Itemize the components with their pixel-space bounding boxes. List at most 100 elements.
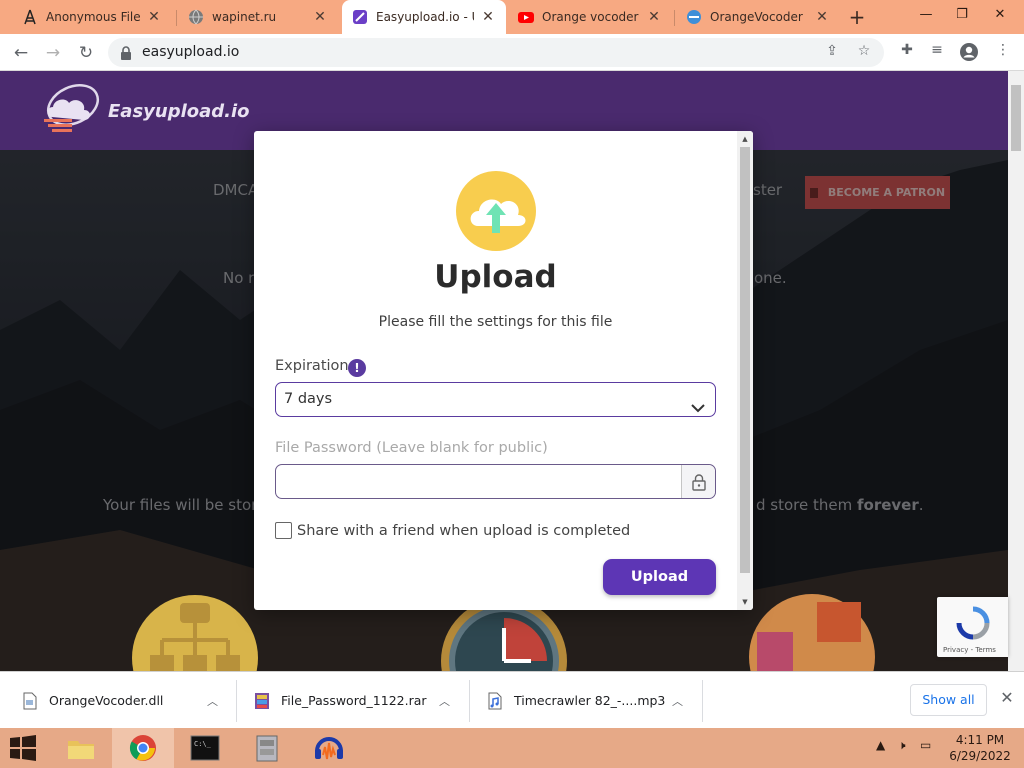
- lock-icon[interactable]: [120, 45, 132, 64]
- lock-icon[interactable]: [681, 465, 715, 498]
- download-separator: [702, 680, 703, 722]
- upload-settings-modal: Upload Please fill the settings for this…: [254, 131, 753, 610]
- download-item[interactable]: File_Password_1122.rar ︿: [254, 672, 464, 729]
- tab-orangevocoder[interactable]: OrangeVocoder ✕: [676, 0, 840, 34]
- chevron-up-icon[interactable]: ︿: [672, 693, 683, 709]
- volume-muted-icon[interactable]: 🕨: [898, 738, 906, 753]
- tab-separator: [176, 10, 177, 26]
- downloads-bar: OrangeVocoder.dll ︿ File_Password_1122.r…: [0, 671, 1024, 728]
- download-name: File_Password_1122.rar: [281, 693, 427, 708]
- site-logo[interactable]: Easyupload.io: [40, 83, 250, 139]
- browser-toolbar: ← → ↻ easyupload.io ⇪ ☆ ✚ ≡ ⋮: [0, 34, 1024, 71]
- recaptcha-icon: [956, 606, 990, 640]
- tab-title: wapinet.ru: [212, 10, 277, 24]
- share-option[interactable]: Share with a friend when upload is compl…: [275, 522, 630, 539]
- command-prompt-icon[interactable]: C:\_: [174, 728, 236, 768]
- download-name: Timecrawler 82_-....mp3: [514, 693, 666, 708]
- close-icon[interactable]: ✕: [814, 9, 830, 25]
- file-explorer-icon[interactable]: [50, 728, 112, 768]
- tower-icon: [22, 9, 38, 25]
- close-icon[interactable]: ✕: [312, 9, 328, 25]
- tab-orange-vocoder-test[interactable]: Orange vocoder te ✕: [508, 0, 672, 34]
- chevron-up-icon[interactable]: ︿: [439, 693, 450, 709]
- chevron-up-icon[interactable]: ︿: [207, 693, 218, 709]
- audio-file-icon: [487, 692, 503, 710]
- browser-tabstrip: Anonymous File Up ✕ wapinet.ru ✕ Easyupl…: [0, 0, 1024, 34]
- extensions-icon[interactable]: ✚: [896, 42, 918, 64]
- url-text[interactable]: easyupload.io: [142, 44, 239, 60]
- download-separator: [236, 680, 237, 722]
- page-scrollbar-thumb[interactable]: [1011, 85, 1021, 151]
- modal-scrollbar-thumb[interactable]: [740, 147, 750, 573]
- globe-icon: [188, 9, 204, 25]
- tab-separator: [674, 10, 675, 26]
- windows-start-icon[interactable]: [8, 734, 40, 764]
- reload-icon[interactable]: ↻: [73, 40, 99, 66]
- show-all-button[interactable]: Show all: [910, 684, 987, 716]
- upload-cloud-icon: [456, 171, 536, 251]
- profile-icon[interactable]: [958, 42, 980, 64]
- youtube-icon: [518, 9, 534, 25]
- password-label: File Password (Leave blank for public): [275, 440, 548, 456]
- file-icon: [22, 692, 38, 710]
- orange-vocoder-favicon: [686, 9, 702, 25]
- archive-icon: [254, 692, 270, 710]
- modal-subtitle: Please fill the settings for this file: [378, 314, 613, 330]
- chrome-icon[interactable]: [112, 728, 174, 768]
- cloud-logo-icon: [44, 84, 100, 132]
- expiration-select[interactable]: 7 days: [275, 382, 716, 417]
- star-icon[interactable]: ☆: [854, 43, 874, 63]
- windows-taskbar: C:\_ ▲ 🕨 ▭ 4:11 PM 6/29/2022: [0, 728, 1024, 768]
- tab-title: OrangeVocoder: [710, 10, 803, 24]
- tab-title: Easyupload.io - Up: [376, 10, 474, 24]
- close-icon[interactable]: ✕: [480, 9, 496, 25]
- page-scrollbar[interactable]: [1008, 71, 1024, 671]
- easyupload-favicon: [352, 9, 368, 25]
- archive-manager-icon[interactable]: [236, 728, 298, 768]
- tab-title: Orange vocoder te: [542, 10, 640, 24]
- address-bar[interactable]: easyupload.io ⇪ ☆: [108, 38, 884, 67]
- close-icon[interactable]: ✕: [997, 688, 1017, 707]
- password-input[interactable]: [276, 465, 682, 498]
- modal-title: Upload: [434, 259, 557, 295]
- modal-scrollbar[interactable]: ▲ ▼: [737, 131, 753, 610]
- close-window-icon[interactable]: ✕: [982, 0, 1018, 34]
- new-tab-button[interactable]: +: [846, 6, 868, 28]
- close-icon[interactable]: ✕: [146, 9, 162, 25]
- share-checkbox[interactable]: [275, 522, 292, 539]
- media-control-icon[interactable]: ≡: [926, 42, 948, 64]
- download-item[interactable]: OrangeVocoder.dll ︿: [22, 672, 232, 729]
- recaptcha-footer[interactable]: Privacy - Terms: [943, 646, 996, 654]
- scroll-down-arrow-icon[interactable]: ▼: [737, 598, 753, 606]
- clock-date: 6/29/2022: [949, 749, 1011, 763]
- share-label: Share with a friend when upload is compl…: [297, 522, 631, 539]
- logo-text: Easyupload.io: [108, 100, 250, 122]
- clock-time: 4:11 PM: [955, 733, 1005, 747]
- tab-wapinet[interactable]: wapinet.ru ✕: [178, 0, 338, 34]
- tab-anonymous-file-upload[interactable]: Anonymous File Up ✕: [12, 0, 172, 34]
- expiration-label: Expiration: [275, 358, 349, 374]
- menu-kebab-icon[interactable]: ⋮: [992, 42, 1014, 64]
- minimize-icon[interactable]: —: [908, 0, 944, 34]
- password-field[interactable]: [275, 464, 716, 499]
- upload-button[interactable]: Upload: [603, 559, 716, 595]
- scroll-up-arrow-icon[interactable]: ▲: [737, 135, 753, 143]
- back-icon[interactable]: ←: [8, 40, 34, 66]
- tray-overflow-icon[interactable]: ▲: [876, 738, 885, 752]
- info-icon[interactable]: !: [348, 359, 366, 377]
- network-icon[interactable]: ▭: [920, 738, 931, 752]
- download-item[interactable]: Timecrawler 82_-....mp3 ︿: [487, 672, 697, 729]
- recaptcha-badge[interactable]: Privacy - Terms: [937, 597, 1008, 657]
- org-chart-icon: [132, 595, 258, 671]
- svg-text:C:\_: C:\_: [194, 740, 212, 748]
- audacity-icon[interactable]: [298, 728, 360, 768]
- download-separator: [469, 680, 470, 722]
- tab-easyupload[interactable]: Easyupload.io - Up ✕: [342, 0, 506, 34]
- forward-icon[interactable]: →: [40, 40, 66, 66]
- close-icon[interactable]: ✕: [646, 9, 662, 25]
- chevron-down-icon: [691, 393, 705, 426]
- system-clock[interactable]: 4:11 PM 6/29/2022: [940, 732, 1020, 764]
- share-icon[interactable]: ⇪: [822, 43, 842, 63]
- restore-icon[interactable]: ❐: [944, 0, 980, 34]
- expiration-value: 7 days: [284, 391, 333, 407]
